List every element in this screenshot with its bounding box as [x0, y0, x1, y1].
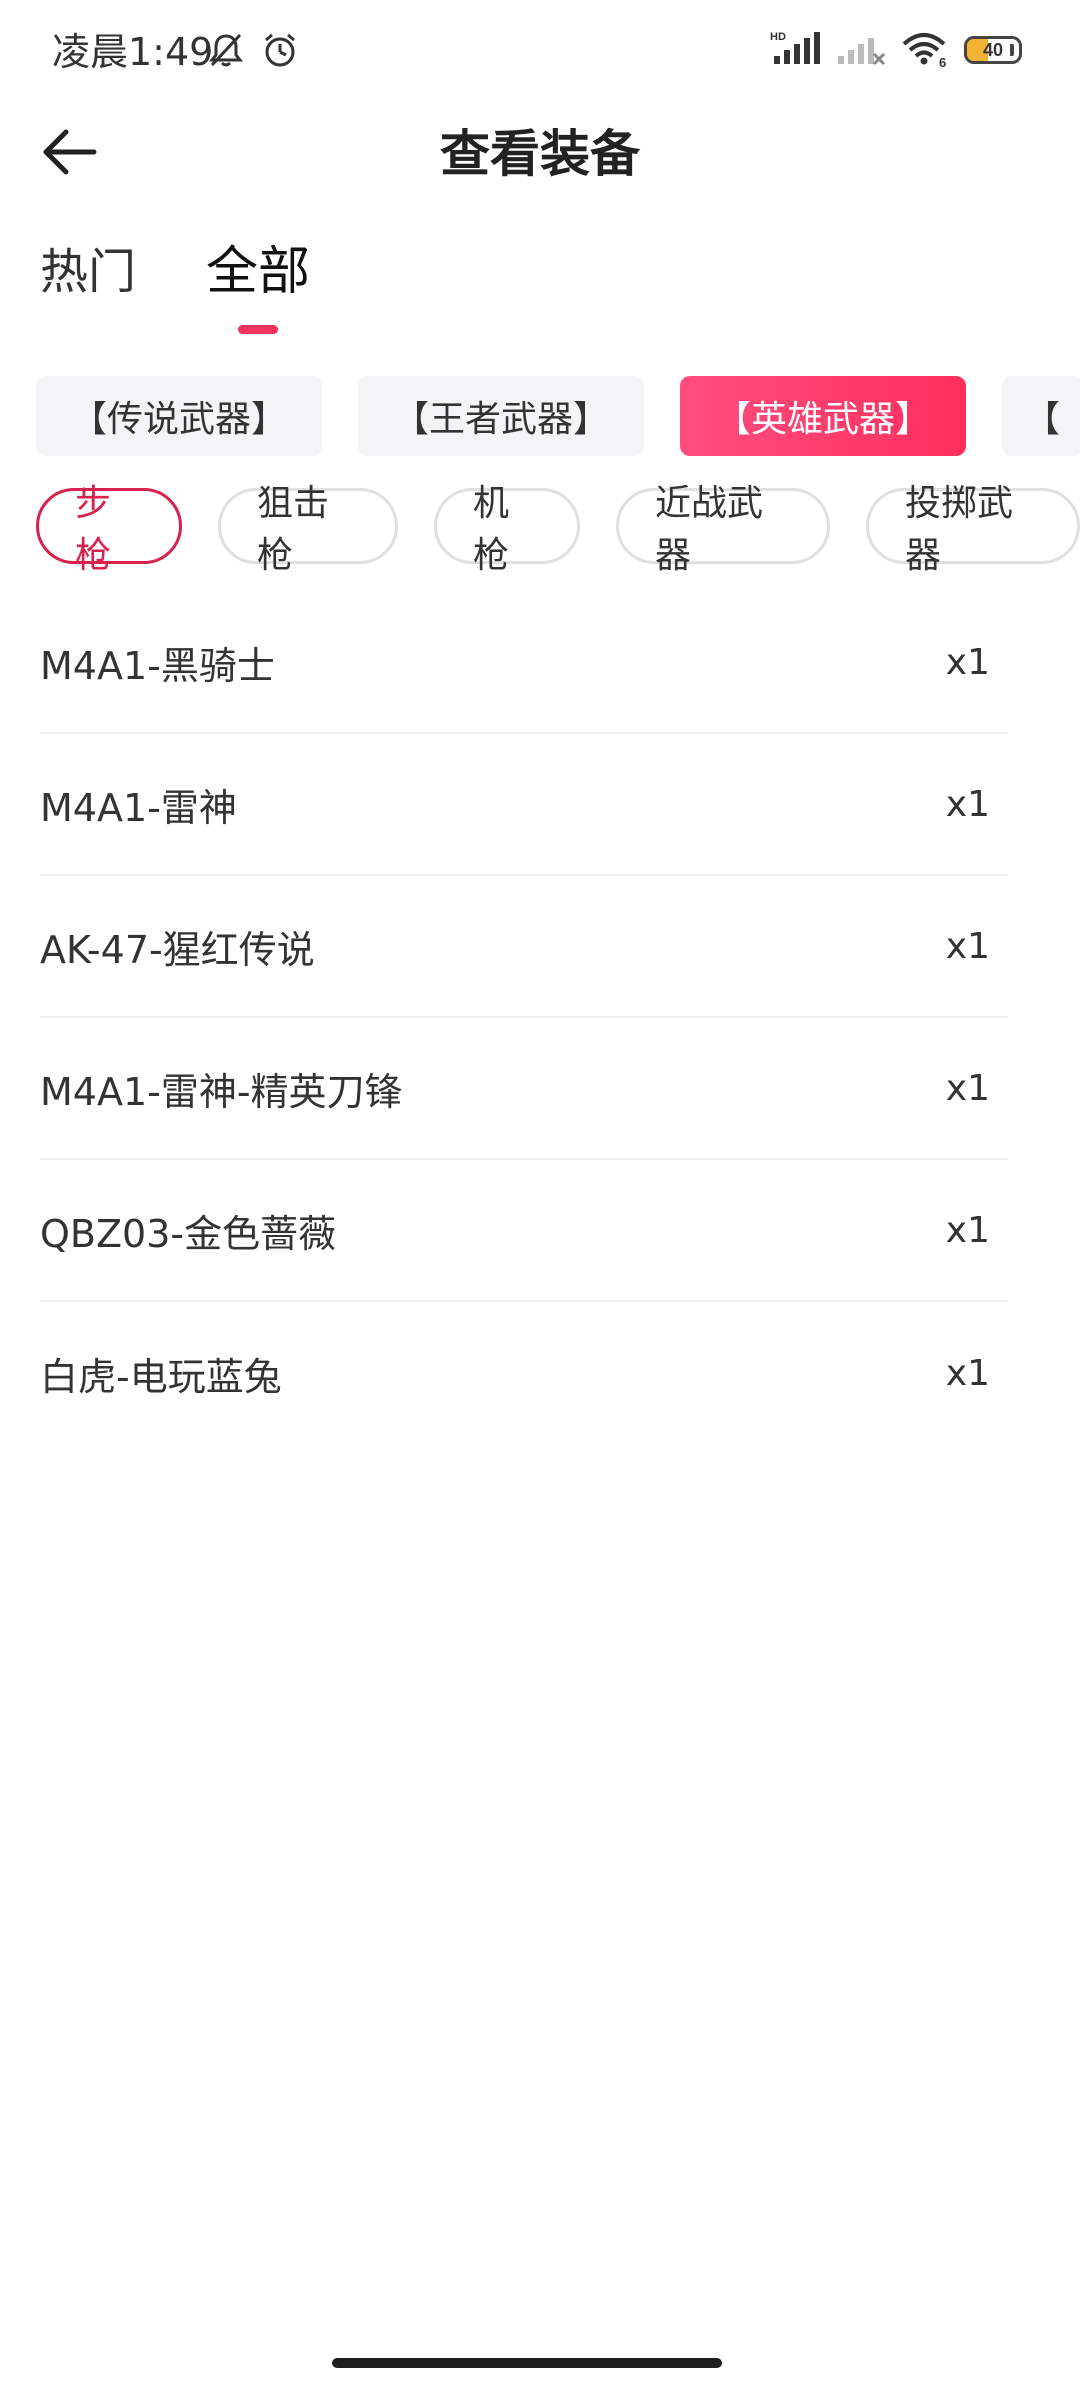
alarm-icon	[260, 30, 300, 74]
equipment-quantity: x1	[945, 783, 990, 825]
type-pill-melee[interactable]: 近战武器	[616, 483, 830, 576]
active-tab-indicator	[238, 325, 279, 334]
mute-bell-icon	[206, 30, 246, 74]
status-time: 凌晨1:49	[52, 30, 214, 74]
type-pill-machine-gun[interactable]: 机枪	[434, 483, 580, 576]
list-item[interactable]: M4A1-雷神 x1	[40, 734, 1008, 876]
equipment-quantity: x1	[945, 1209, 990, 1251]
battery-level: 40	[982, 39, 1004, 60]
equipment-name: QBZ03-金色蔷薇	[40, 1211, 337, 1256]
category-chip-legend[interactable]: 【传说武器】	[36, 376, 322, 456]
category-chip-king[interactable]: 【王者武器】	[358, 376, 644, 456]
category-chip-more[interactable]: 【	[1002, 376, 1080, 456]
svg-text:6: 6	[939, 55, 946, 68]
equipment-name: M4A1-雷神	[40, 785, 237, 830]
status-left-icons	[206, 30, 300, 74]
home-indicator[interactable]	[332, 2358, 722, 2368]
list-item[interactable]: M4A1-雷神-精英刀锋 x1	[40, 1018, 1008, 1160]
equipment-name: AK-47-猩红传说	[40, 927, 315, 972]
equipment-quantity: x1	[945, 641, 990, 683]
list-item[interactable]: AK-47-猩红传说 x1	[40, 876, 1008, 1018]
weapon-type-row: 步枪 狙击枪 机枪 近战武器 投掷武器	[36, 483, 1080, 576]
equipment-quantity: x1	[945, 925, 990, 967]
tab-hot-label: 热门	[40, 244, 137, 300]
battery-icon: 40	[964, 36, 1022, 64]
equipment-name: M4A1-黑骑士	[40, 643, 275, 688]
tab-all-label: 全部	[206, 242, 311, 302]
list-item[interactable]: M4A1-黑骑士 x1	[40, 592, 1008, 734]
type-pill-sniper[interactable]: 狙击枪	[218, 483, 398, 576]
equipment-name: 白虎-电玩蓝兔	[40, 1354, 282, 1399]
equipment-name: M4A1-雷神-精英刀锋	[40, 1069, 403, 1114]
primary-tabs: 热门 全部	[40, 232, 311, 334]
list-item[interactable]: 白虎-电玩蓝兔 x1	[40, 1302, 1008, 1444]
list-item[interactable]: QBZ03-金色蔷薇 x1	[40, 1160, 1008, 1302]
equipment-quantity: x1	[945, 1352, 990, 1394]
category-chip-hero[interactable]: 【英雄武器】	[680, 376, 966, 456]
header: 查看装备	[0, 100, 1080, 208]
tab-hot[interactable]: 热门	[40, 232, 136, 312]
status-bar: 凌晨1:49 HD 6 40	[0, 0, 1080, 100]
status-right-icons: HD 6 40	[770, 28, 1022, 72]
type-pill-rifle[interactable]: 步枪	[36, 483, 182, 576]
no-signal-icon	[836, 28, 886, 72]
equipment-quantity: x1	[945, 1067, 990, 1109]
battery-body: 40	[964, 36, 1022, 64]
hd-signal-icon: HD	[770, 28, 822, 72]
page-title: 查看装备	[440, 125, 640, 183]
type-pill-throwable[interactable]: 投掷武器	[866, 483, 1080, 576]
wifi-icon: 6	[900, 28, 950, 72]
svg-text:HD: HD	[770, 31, 786, 43]
category-chip-row[interactable]: 【传说武器】 【王者武器】 【英雄武器】 【	[36, 376, 1080, 458]
equipment-list: M4A1-黑骑士 x1 M4A1-雷神 x1 AK-47-猩红传说 x1 M4A…	[40, 592, 1008, 1444]
tab-all[interactable]: 全部	[206, 232, 311, 334]
